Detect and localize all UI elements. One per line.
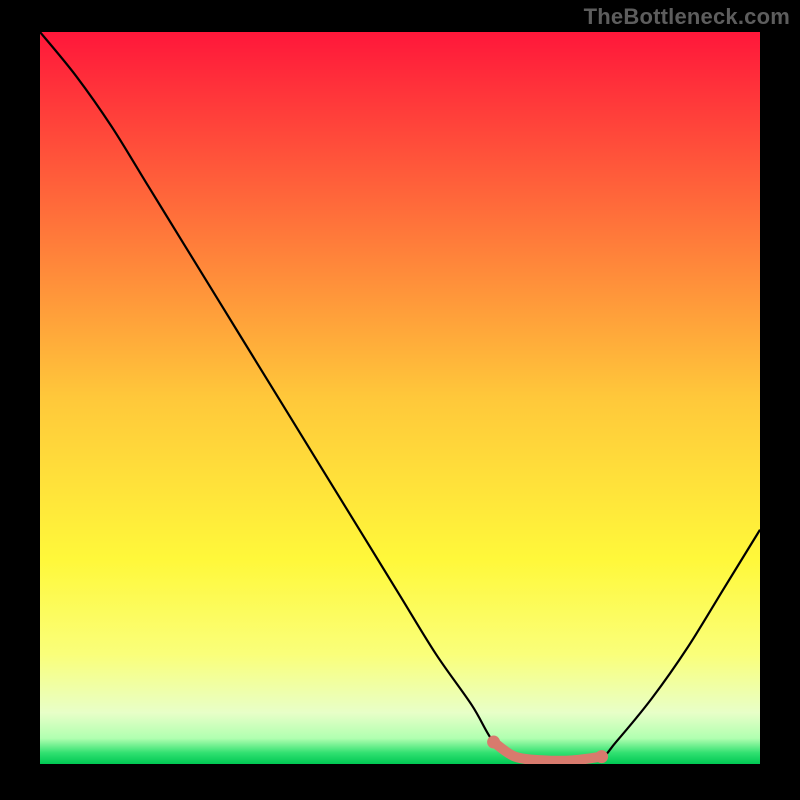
highlight-dot <box>487 736 500 749</box>
chart-frame: TheBottleneck.com <box>0 0 800 800</box>
plot-area <box>40 32 760 764</box>
gradient-background <box>40 32 760 764</box>
attribution-label: TheBottleneck.com <box>584 4 790 30</box>
bottleneck-chart <box>40 32 760 764</box>
highlight-dot <box>595 750 608 763</box>
